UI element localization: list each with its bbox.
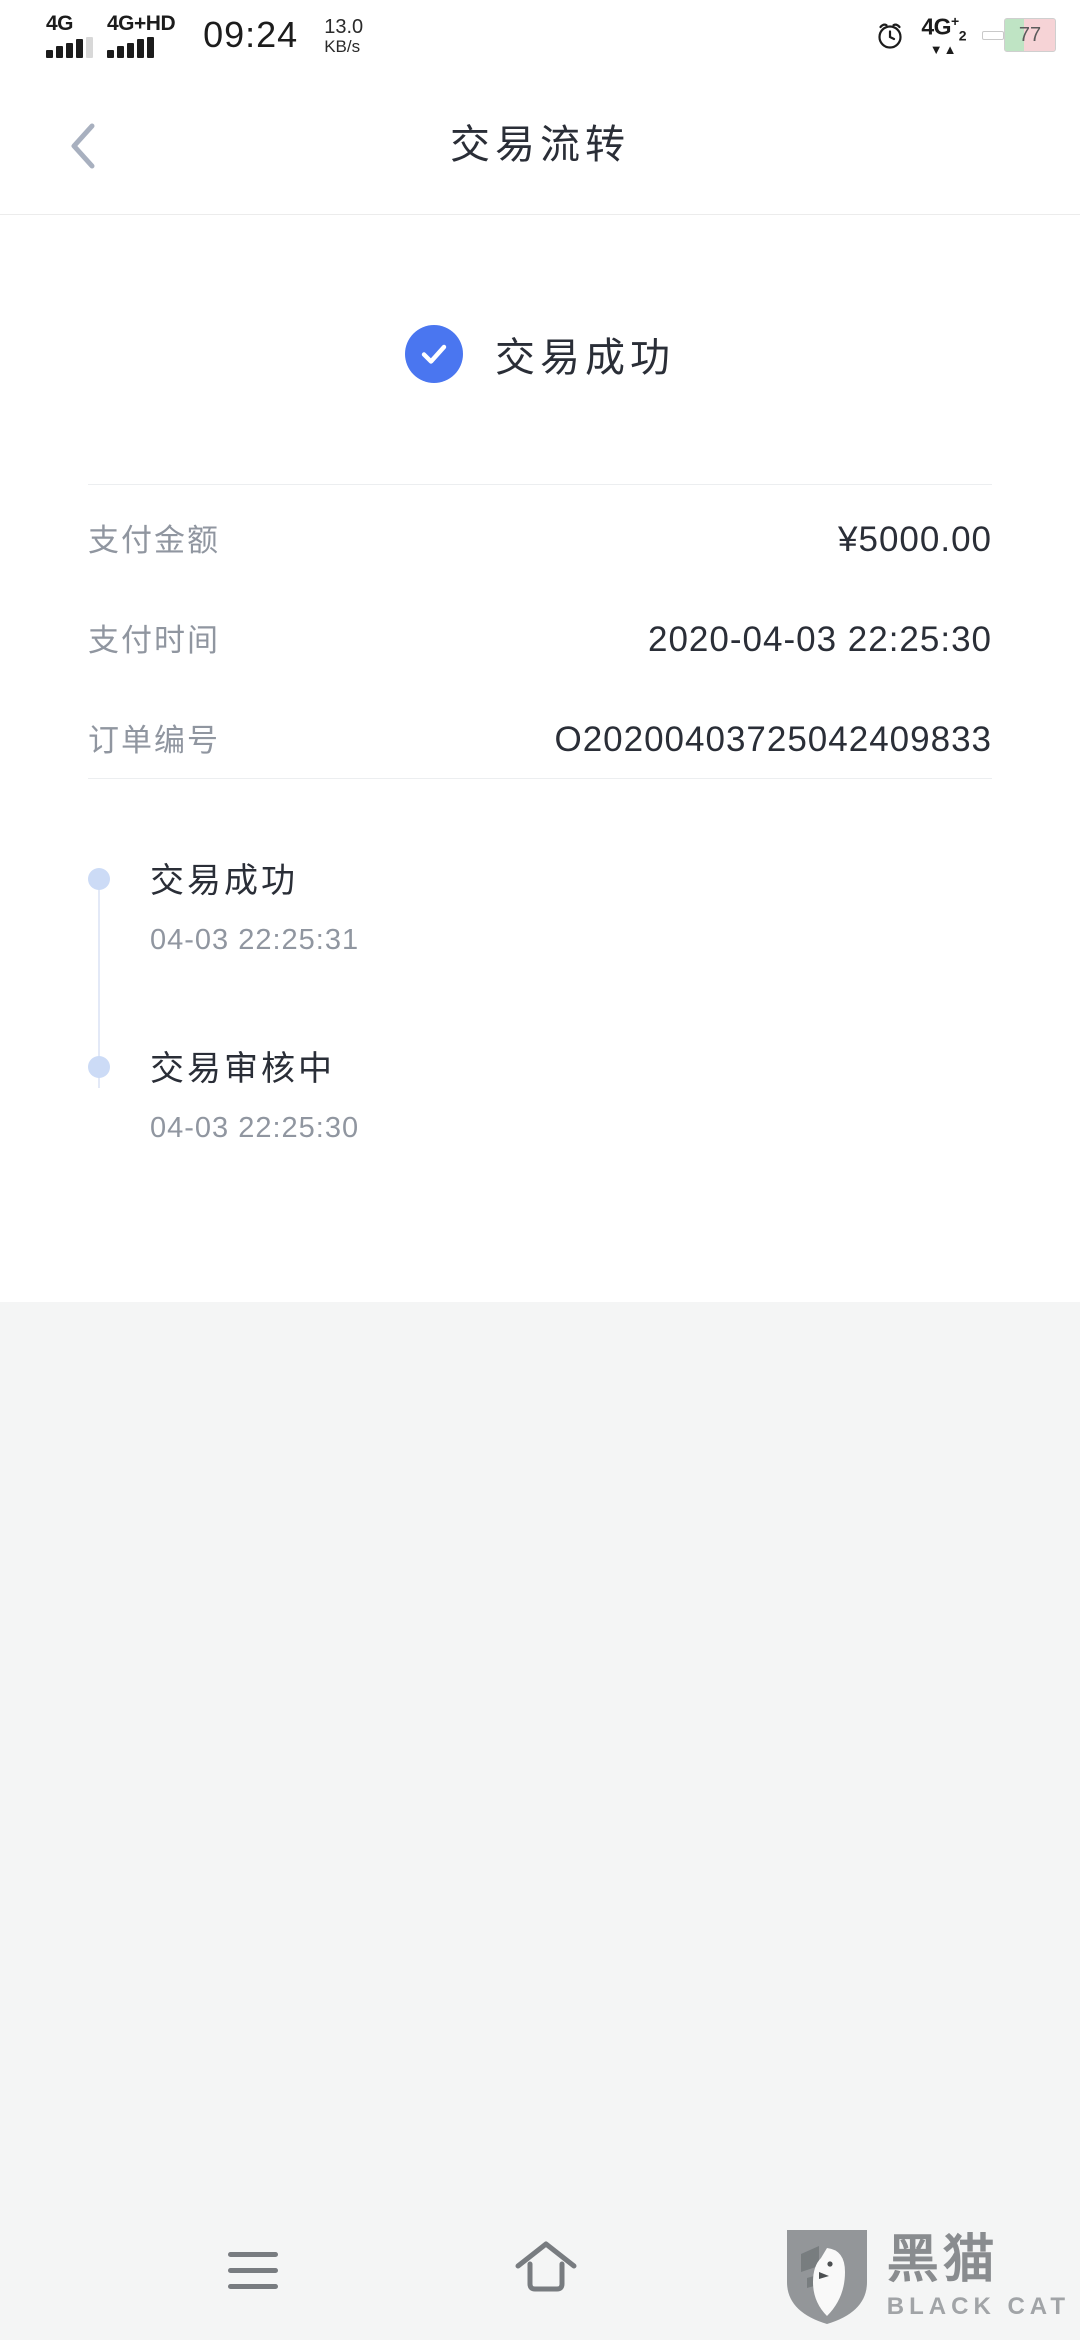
status-bar: 4G 4G+HD 09:24 13.0 KB/s 4G+2 ▼▲ 77 — [0, 0, 1080, 70]
signal-label-sim2: 4G+HD — [107, 11, 176, 35]
page-title: 交易流转 — [450, 123, 630, 167]
transaction-status: 交易成功 — [0, 325, 1080, 383]
timeline-item-title: 交易审核中 — [150, 1050, 335, 1088]
divider-top — [88, 484, 992, 485]
detail-list: 支付金额 ¥5000.00 支付时间 2020-04-03 22:25:30 订… — [88, 515, 992, 815]
status-bar-clock: 09:24 — [203, 13, 299, 55]
watermark-black-cat: 黑猫 BLACK CAT — [783, 2226, 1070, 2326]
detail-label: 支付金额 — [88, 523, 220, 558]
check-circle-icon — [405, 325, 463, 383]
menu-lines-icon — [228, 2283, 278, 2289]
detail-row-order-number: 订单编号 O20200403725042409833 — [88, 715, 992, 815]
signal-label-sim1: 4G — [46, 11, 74, 35]
detail-value: ¥5000.00 — [838, 520, 992, 559]
timeline-item: 交易成功 04-03 22:25:31 — [88, 860, 992, 1048]
status-bar-left: 4G 4G+HD 09:24 13.0 KB/s — [46, 13, 363, 58]
timeline-item: 交易审核中 04-03 22:25:30 — [88, 1048, 992, 1236]
divider-bottom — [88, 778, 992, 779]
battery-percent-label: 77 — [1018, 23, 1042, 46]
detail-label: 支付时间 — [88, 623, 220, 658]
network-speed-value: 13.0 — [324, 15, 364, 38]
transaction-card: 交易成功 支付金额 ¥5000.00 支付时间 2020-04-03 22:25… — [0, 215, 1080, 1302]
data-network-sub: 2 — [958, 27, 967, 44]
battery-body-icon: 77 — [1004, 18, 1056, 52]
timeline-item-time: 04-03 22:25:31 — [150, 924, 360, 956]
data-network-label: 4G — [921, 13, 952, 40]
data-transfer-arrows-icon: ▼▲ — [929, 42, 958, 58]
alarm-clock-icon — [875, 20, 905, 50]
detail-row-time: 支付时间 2020-04-03 22:25:30 — [88, 615, 992, 715]
signal-bars-sim2 — [107, 36, 154, 58]
battery-indicator: 77 — [982, 17, 1056, 53]
app-header: 交易流转 — [0, 70, 1080, 215]
battery-tip-icon — [982, 30, 1004, 40]
watermark-brand-cn: 黑猫 — [886, 2230, 999, 2289]
transaction-timeline: 交易成功 04-03 22:25:31 交易审核中 04-03 22:25:30 — [88, 860, 992, 1236]
recents-button[interactable] — [228, 2240, 288, 2300]
data-network-indicator: 4G+2 ▼▲ — [921, 14, 966, 56]
home-icon — [510, 2232, 582, 2304]
menu-lines-icon — [228, 2267, 278, 2273]
detail-value: O20200403725042409833 — [554, 720, 992, 759]
system-navigation-bar: 黑猫 BLACK CAT — [0, 2200, 1080, 2340]
signal-indicator-sim2: 4G+HD — [107, 11, 176, 58]
detail-value: 2020-04-03 22:25:30 — [648, 620, 992, 659]
home-button[interactable] — [510, 2232, 582, 2304]
timeline-dot-icon — [88, 1056, 110, 1078]
watermark-brand-en: BLACK CAT — [886, 2292, 1070, 2320]
status-bar-right: 4G+2 ▼▲ 77 — [875, 14, 1056, 56]
signal-indicator-sim1: 4G — [46, 13, 93, 58]
network-speed: 13.0 KB/s — [324, 15, 364, 56]
menu-lines-icon — [228, 2251, 278, 2257]
black-cat-shield-icon — [783, 2226, 871, 2326]
timeline-dot-icon — [88, 868, 110, 890]
watermark-text: 黑猫 BLACK CAT — [887, 2234, 1070, 2319]
network-speed-unit: KB/s — [324, 36, 361, 56]
detail-label: 订单编号 — [88, 723, 220, 758]
timeline-item-time: 04-03 22:25:30 — [150, 1112, 360, 1144]
timeline-item-title: 交易成功 — [150, 862, 298, 900]
transaction-status-label: 交易成功 — [495, 336, 675, 380]
signal-bars-sim1 — [46, 36, 93, 58]
detail-row-amount: 支付金额 ¥5000.00 — [88, 515, 992, 615]
data-network-sup: + — [951, 12, 959, 29]
